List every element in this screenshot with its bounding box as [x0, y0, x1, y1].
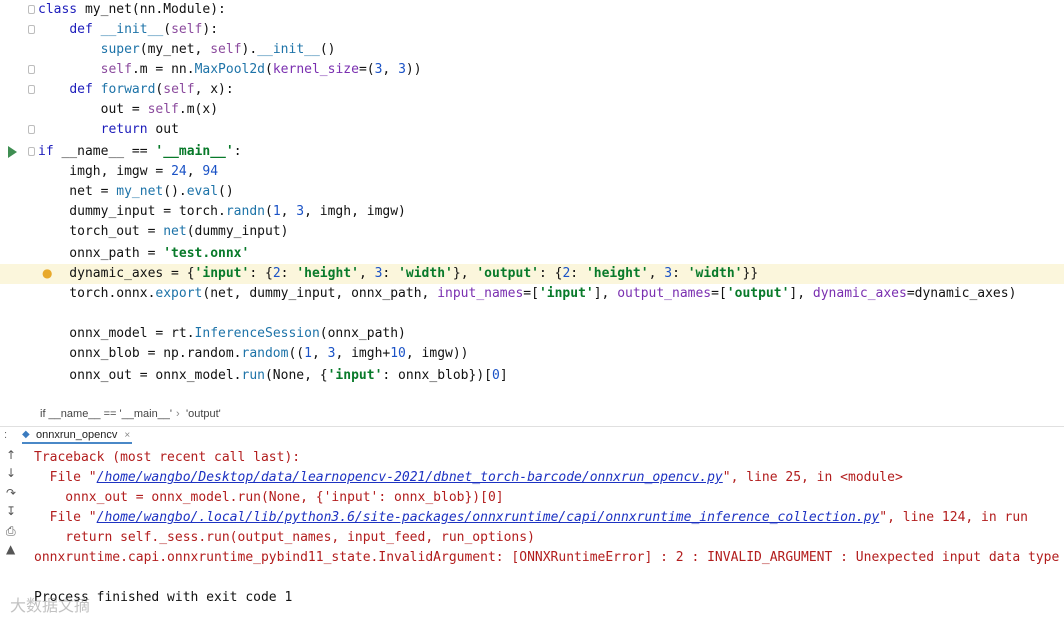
code-line-19: onnx_out = onnx_model.run(None, {'input'… — [38, 368, 508, 383]
code-line-4: self.m = nn.MaxPool2d(kernel_size=(3, 3)… — [0, 60, 1064, 80]
code-line-2: def __init__(self): — [0, 20, 1064, 40]
scroll-icon[interactable]: ↧ — [6, 504, 16, 518]
run-tab-onnxrun-opencv[interactable]: ◆ onnxrun_opencv × — [22, 429, 133, 444]
traceback-file-line: File "/home/wangbo/Desktop/data/learnope… — [34, 470, 903, 485]
code-line-6: out = self.m(x) — [38, 102, 219, 117]
breadcrumb-item-output[interactable]: 'output' — [186, 408, 221, 420]
code-line-5: def forward(self, x): — [0, 80, 1064, 100]
code-line-1: class my_net(nn.Module): — [0, 0, 1064, 20]
traceback-header: Traceback (most recent call last): — [34, 450, 301, 465]
traceback-file-line: File "/home/wangbo/.local/lib/python3.6/… — [34, 510, 1029, 525]
code-line-8: if __name__ == '__main__': — [0, 142, 1064, 162]
code-line-11: dummy_input = torch.randn(1, 3, imgh, im… — [38, 204, 406, 219]
code-line-15: torch.onnx.export(net, dummy_input, onnx… — [38, 286, 1017, 301]
down-icon[interactable]: ↓ — [6, 466, 16, 480]
run-icon[interactable] — [8, 146, 17, 158]
file-link[interactable]: /home/wangbo/.local/lib/python3.6/site-p… — [97, 510, 880, 525]
wrap-icon[interactable]: ↷ — [6, 486, 16, 500]
colon-marker: : — [4, 429, 8, 441]
traceback-code-line: onnx_out = onnx_model.run(None, {'input'… — [34, 490, 504, 505]
code-line-18: onnx_blob = np.random.random((1, 3, imgh… — [38, 346, 469, 361]
print-icon[interactable]: ⎙ — [6, 524, 16, 539]
trash-icon[interactable]: ▲ — [6, 542, 15, 556]
error-message: onnxruntime.capi.onnxruntime_pybind11_st… — [34, 550, 1060, 565]
code-line-7: return out — [0, 120, 1064, 140]
breadcrumb-item-if-main[interactable]: if __name__ == '__main__' — [40, 408, 172, 420]
code-line-17: onnx_model = rt.InferenceSession(onnx_pa… — [38, 326, 406, 341]
code-line-12: torch_out = net(dummy_input) — [38, 224, 289, 239]
breadcrumb: if __name__ == '__main__' › 'output' — [0, 404, 1064, 426]
rerun-icon[interactable]: ↑ — [6, 448, 16, 462]
fold-icon[interactable] — [28, 125, 35, 134]
code-line-13: onnx_path = 'test.onnx' — [38, 246, 250, 261]
python-file-icon: ◆ — [22, 429, 30, 440]
fold-icon[interactable] — [28, 5, 35, 14]
fold-icon[interactable] — [28, 65, 35, 74]
code-editor[interactable]: class my_net(nn.Module): def __init__(se… — [0, 0, 1064, 402]
fold-icon[interactable] — [28, 85, 35, 94]
close-tab-icon[interactable]: × — [124, 430, 130, 441]
run-tab-bar: : ◆ onnxrun_opencv × — [0, 426, 1064, 447]
code-line-3: super(my_net, self).__init__() — [100, 42, 336, 57]
traceback-code-line: return self._sess.run(output_names, inpu… — [34, 530, 535, 545]
file-link[interactable]: /home/wangbo/Desktop/data/learnopencv-20… — [97, 470, 723, 485]
fold-icon[interactable] — [28, 25, 35, 34]
code-line-9: imgh, imgw = 24, 94 — [38, 164, 219, 179]
breadcrumb-separator: › — [176, 408, 180, 420]
run-tab-label: onnxrun_opencv — [36, 429, 118, 441]
code-line-14: ● dynamic_axes = {'input': {2: 'height',… — [0, 264, 1064, 284]
run-console-output: Traceback (most recent call last): File … — [22, 446, 1064, 620]
code-line-10: net = my_net().eval() — [38, 184, 234, 199]
fold-icon[interactable] — [28, 147, 35, 156]
watermark: 大数据文摘 — [10, 596, 91, 615]
